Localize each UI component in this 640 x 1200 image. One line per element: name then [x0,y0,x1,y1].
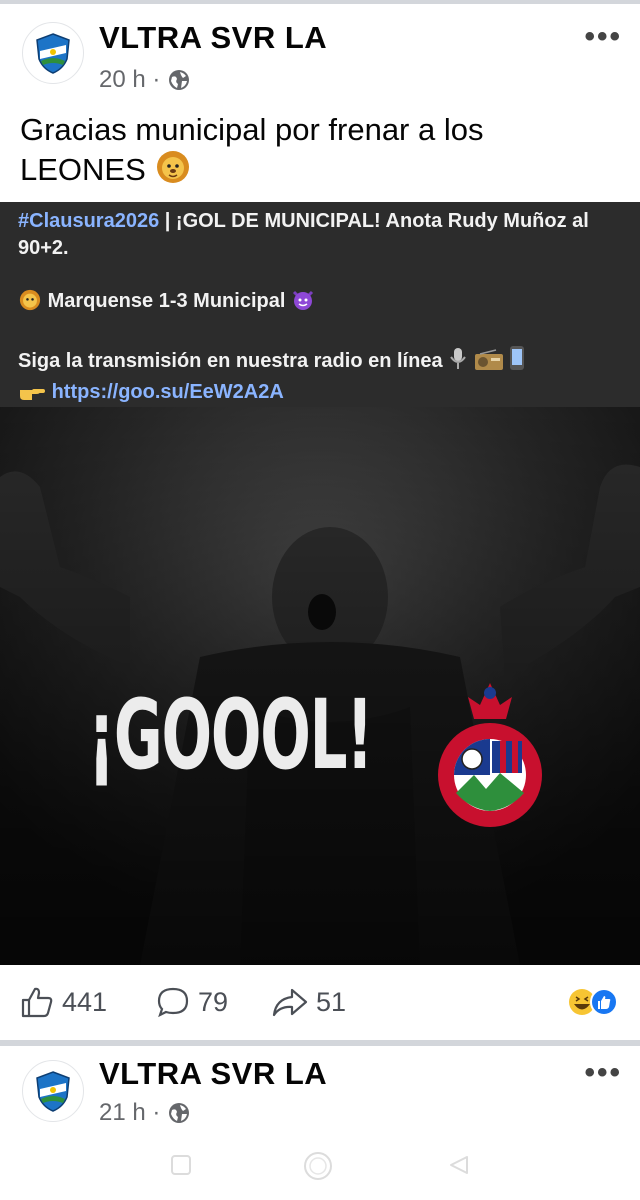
stream-line-wrap: Siga la transmisión en nuestra radio en … [18,345,622,379]
comment-icon [157,987,189,1018]
avatar[interactable] [22,22,84,84]
comment-button[interactable]: 79 [156,986,228,1018]
home-button[interactable] [302,1150,334,1187]
devil-emoji [291,289,315,319]
link-line-wrap: https://goo.su/EeW2A2A [18,379,622,410]
pointing-hand-emoji [18,382,46,410]
score-line-wrap: Marquense 1-3 Municipal [18,288,622,319]
shared-headline-wrap: #Clausura2026 | ¡GOL DE MUNICIPAL! Anota… [18,208,622,262]
post-meta: 21 h · [99,1102,190,1124]
like-button[interactable]: 441 [20,986,107,1018]
back-button[interactable] [448,1154,470,1181]
avatar[interactable] [22,1060,84,1122]
post-author[interactable]: VLTRA SVR LA [99,1056,327,1092]
phone-emoji [509,345,525,379]
club-crest-icon [36,33,70,74]
like-count: 441 [62,986,108,1017]
club-crest-icon [36,1071,70,1112]
radio-emoji [474,349,504,379]
caption-line-1: Gracias municipal por frenar a los [20,112,484,147]
post-meta: 20 h · [99,66,190,94]
hashtag-link[interactable]: #Clausura2026 [18,210,159,232]
system-nav-bar [0,1140,640,1200]
goal-headline: ¡GOOOL! [88,679,373,791]
more-icon[interactable]: ••• [584,1056,622,1090]
post-caption: Gracias municipal por frenar a los LEONE… [20,110,620,190]
like-reaction-icon [590,988,618,1016]
more-icon[interactable]: ••• [584,20,622,54]
share-count: 51 [316,986,347,1017]
caption-line-2-wrap: LEONES [20,150,620,190]
post-header: VLTRA SVR LA 20 h · ••• [0,6,640,93]
post-author[interactable]: VLTRA SVR LA [99,20,327,56]
lion-emoji [154,150,192,184]
post-time[interactable]: 21 h · [99,1102,160,1124]
stream-line: Siga la transmisión en nuestra radio en … [18,350,443,372]
post-actions: 441 79 51 [0,972,640,1034]
lion-emoji [18,289,42,319]
post-header: VLTRA SVR LA 21 h · ••• [0,1046,640,1126]
recents-button[interactable] [170,1154,192,1181]
post-time[interactable]: 20 h · [99,66,160,94]
reactions-summary[interactable] [568,987,620,1017]
shared-post-text: #Clausura2026 | ¡GOL DE MUNICIPAL! Anota… [0,202,640,407]
share-icon [272,988,308,1017]
microphone-emoji [448,347,468,379]
facebook-feed: VLTRA SVR LA 20 h · ••• Gracias municipa… [0,0,640,1200]
globe-icon [168,69,190,91]
shared-link[interactable]: https://goo.su/EeW2A2A [52,381,284,403]
top-divider [0,0,640,4]
like-icon [21,987,53,1018]
caption-line-2: LEONES [20,152,146,187]
score-line: Marquense 1-3 Municipal [47,290,286,312]
globe-icon [168,1102,190,1124]
post-photo[interactable]: ¡GOOOL! [0,407,640,965]
comment-count: 79 [198,986,229,1017]
share-button[interactable]: 51 [272,986,346,1018]
municipal-crest-icon [438,683,542,827]
